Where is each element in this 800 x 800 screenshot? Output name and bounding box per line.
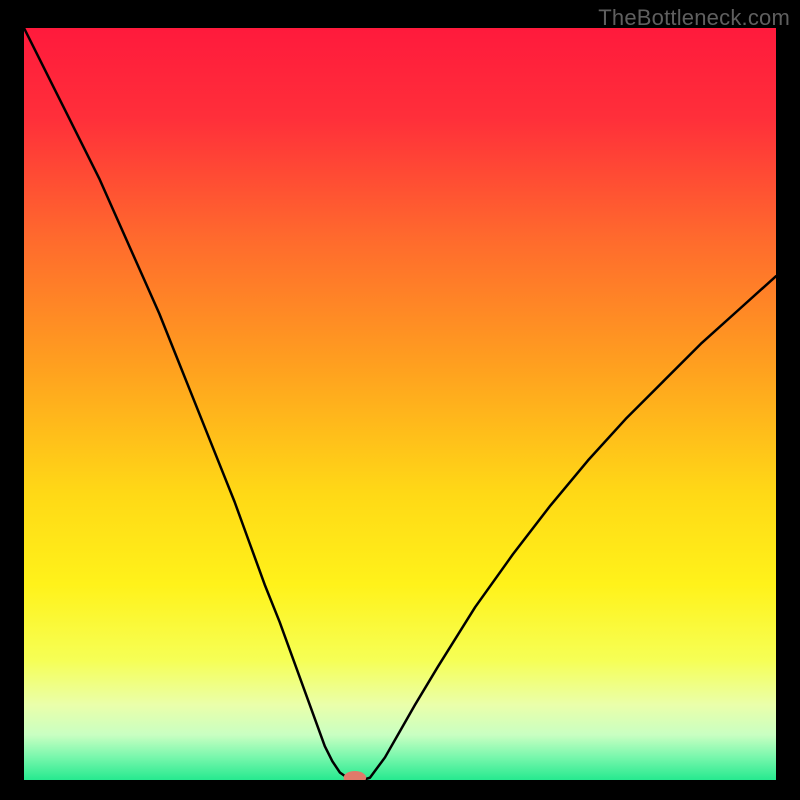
plot-svg	[24, 28, 776, 780]
chart-frame: TheBottleneck.com	[0, 0, 800, 800]
gradient-background	[24, 28, 776, 780]
plot-area	[24, 28, 776, 780]
